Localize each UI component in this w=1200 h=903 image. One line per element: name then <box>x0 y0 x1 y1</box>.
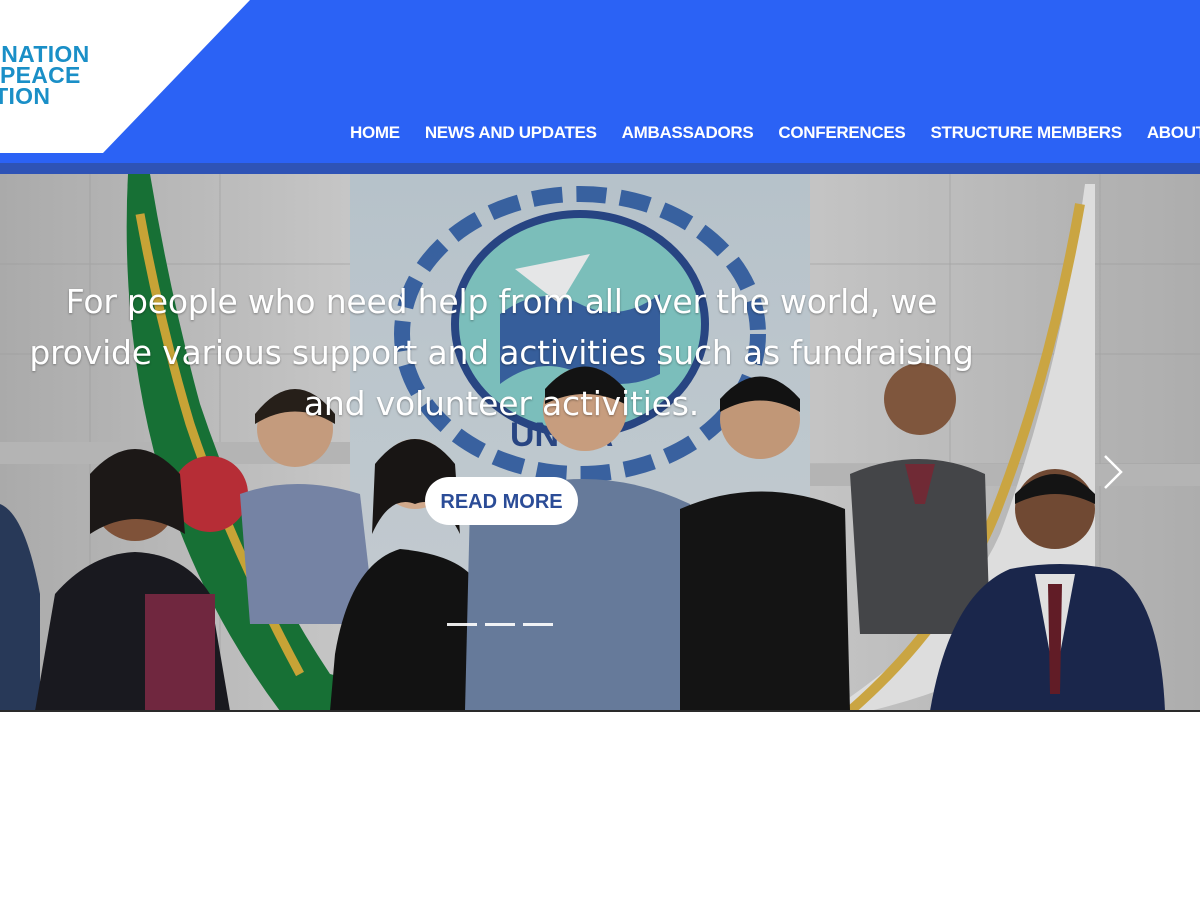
hero-slider[interactable]: UN PA <box>0 174 1200 711</box>
group-photo-image: UN PA <box>0 174 1200 711</box>
nav-news-and-updates[interactable]: NEWS AND UPDATES <box>425 121 597 145</box>
header-divider <box>0 163 1200 174</box>
slide-dot-3[interactable] <box>523 623 553 626</box>
hero-caption-line-2: provide various support and activities s… <box>29 333 974 372</box>
site-header: ED NATION LD PEACE CATION HOME NEWS AND … <box>0 0 1200 163</box>
chevron-right-icon[interactable] <box>1101 452 1125 492</box>
nav-about-us[interactable]: ABOUT US <box>1147 121 1200 145</box>
read-more-button[interactable]: READ MORE <box>425 477 578 525</box>
slide-dot-1[interactable] <box>447 623 477 626</box>
slider-pagination <box>447 623 553 626</box>
hero-caption-line-3: and volunteer activities. <box>303 384 700 423</box>
slide-dot-2[interactable] <box>485 623 515 626</box>
nav-ambassadors[interactable]: AMBASSADORS <box>622 121 754 145</box>
hero-bottom-border <box>0 710 1200 712</box>
main-nav: HOME NEWS AND UPDATES AMBASSADORS CONFER… <box>350 121 1200 145</box>
hero-caption: For people who need help from all over t… <box>0 276 1003 429</box>
site-logo[interactable]: ED NATION LD PEACE CATION <box>0 43 90 109</box>
nav-structure-members[interactable]: STRUCTURE MEMBERS <box>930 121 1122 145</box>
hero-caption-line-1: For people who need help from all over t… <box>65 282 938 321</box>
logo-line-3: CATION <box>0 83 51 109</box>
nav-conferences[interactable]: CONFERENCES <box>778 121 905 145</box>
nav-home[interactable]: HOME <box>350 121 400 145</box>
